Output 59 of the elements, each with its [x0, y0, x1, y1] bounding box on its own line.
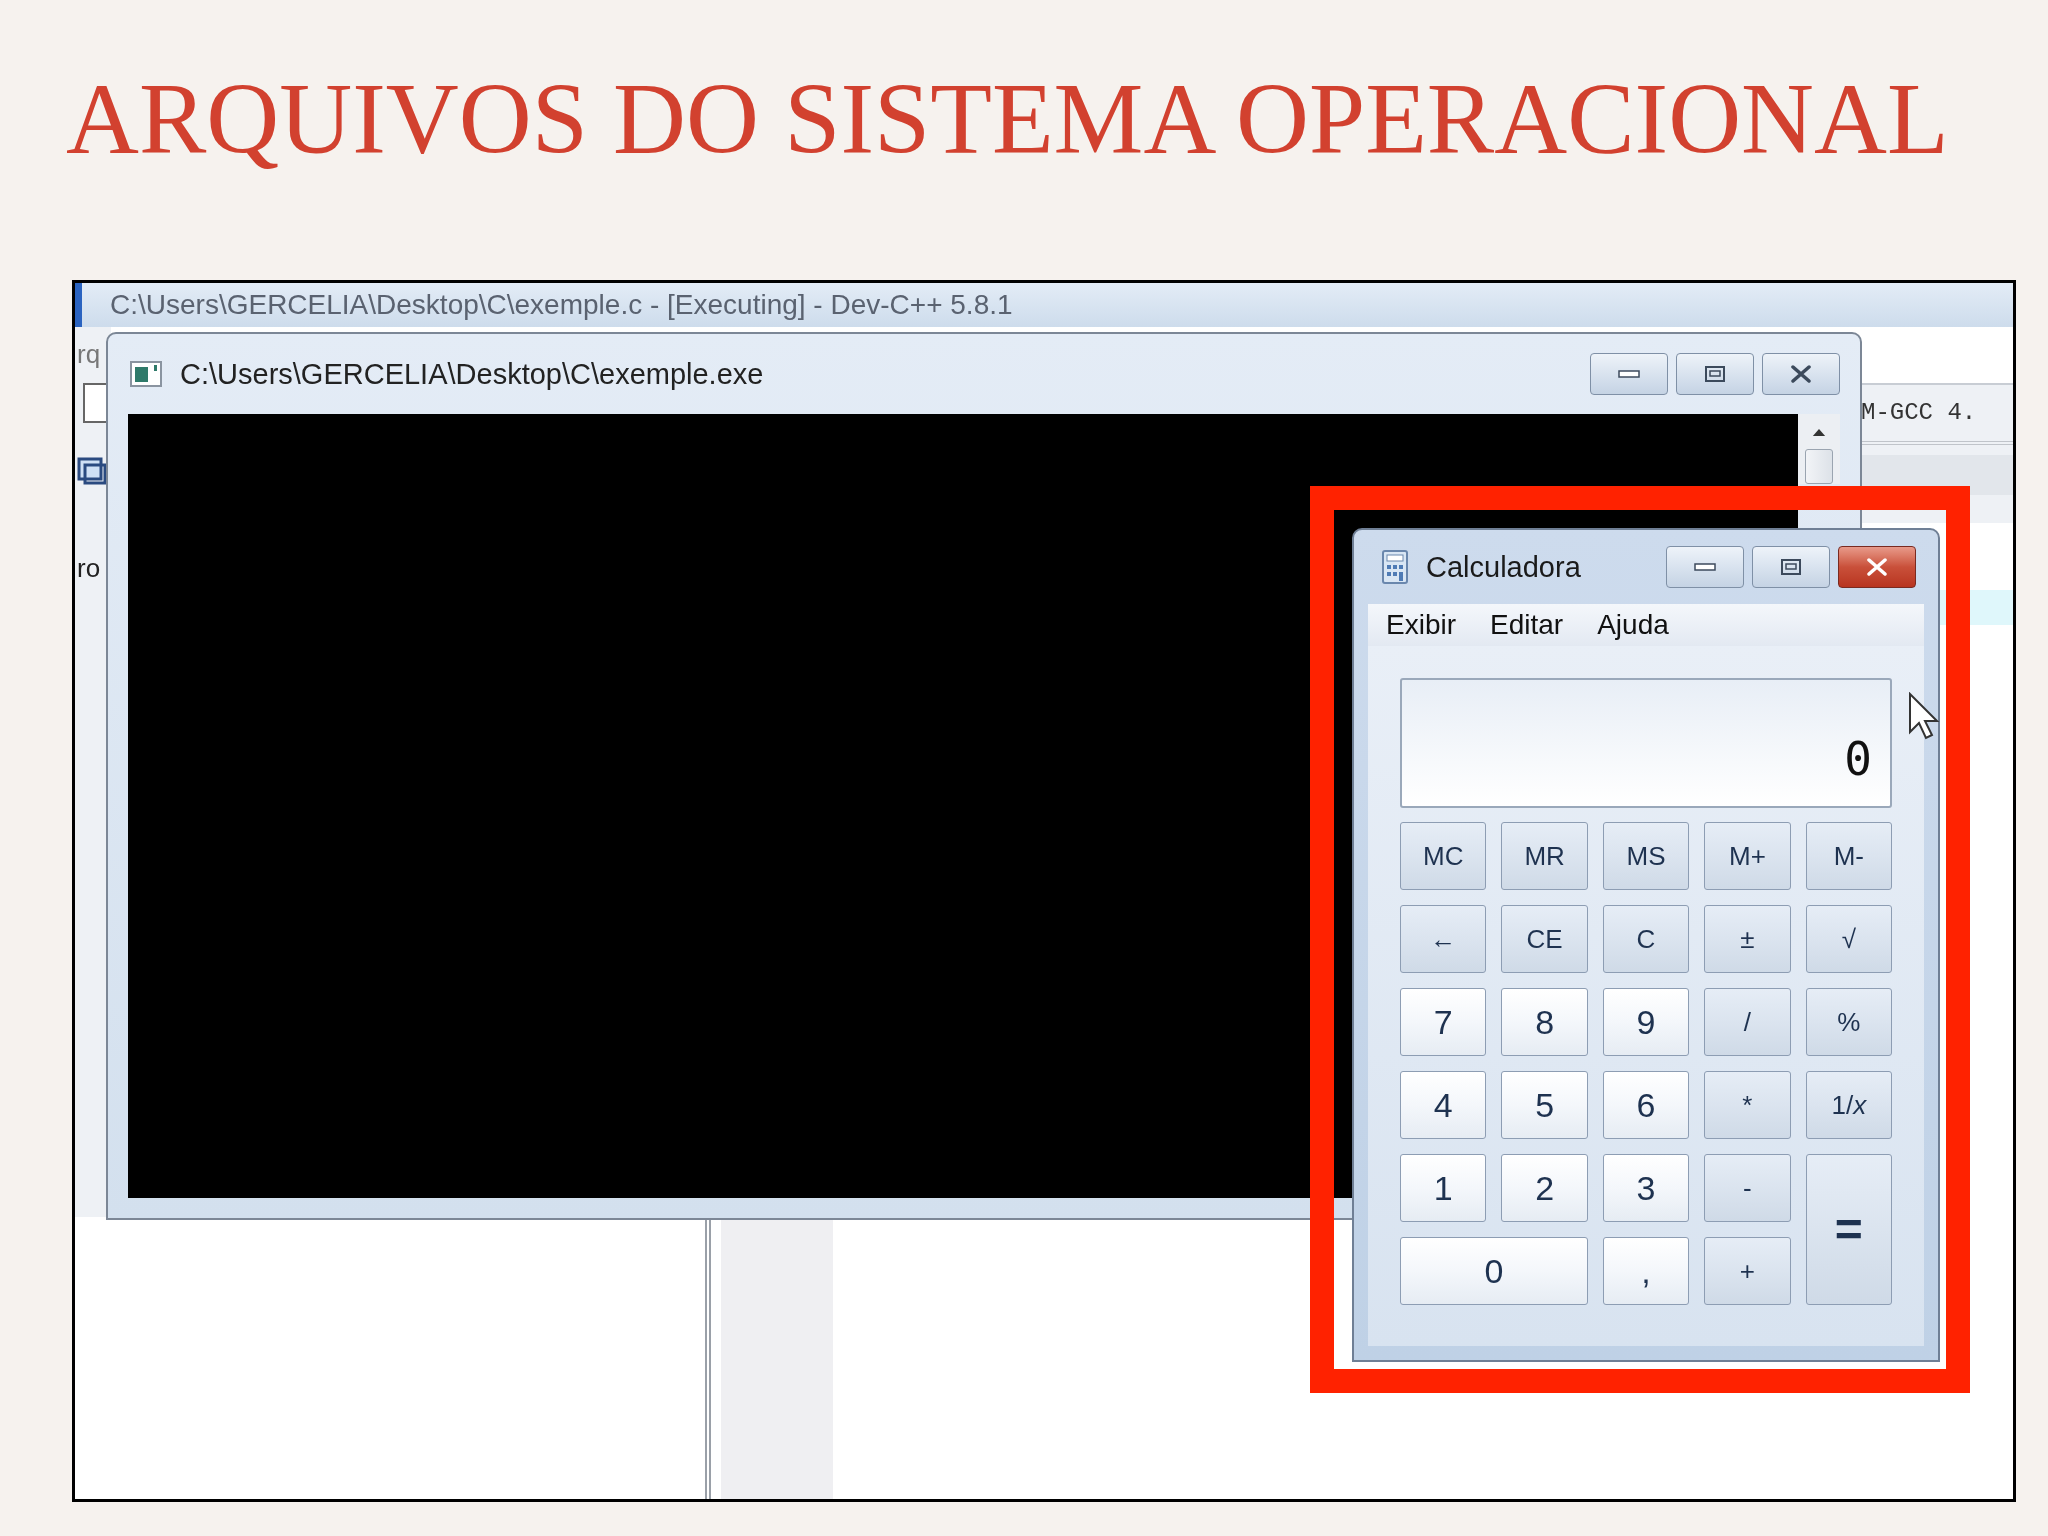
- window-title: C:\Users\GERCELIA\Desktop\C\exemple.exe: [180, 359, 764, 389]
- calculator-key[interactable]: MS: [1602, 822, 1690, 891]
- calculator-key[interactable]: 5: [1501, 1071, 1588, 1140]
- minimize-button[interactable]: [1590, 353, 1668, 396]
- close-icon: [1866, 558, 1888, 577]
- calculator-key[interactable]: MR: [1501, 822, 1588, 891]
- panel-text: rq: [77, 338, 101, 372]
- menu-item[interactable]: Exibir: [1386, 611, 1456, 640]
- scrollbar[interactable]: [1798, 414, 1840, 485]
- maximize-icon: [1705, 366, 1725, 383]
- compiler-label: M-GCC 4.: [1861, 398, 1978, 429]
- calculator-key[interactable]: MC: [1400, 822, 1487, 891]
- calculator-key[interactable]: 6: [1602, 1071, 1690, 1140]
- slide-title: ARQUIVOS DO SISTEMA OPERACIONAL: [65, 64, 1950, 176]
- calculator-key[interactable]: -: [1704, 1154, 1791, 1223]
- calculator-key[interactable]: ±: [1704, 905, 1791, 974]
- calculator-icon: [1382, 550, 1408, 585]
- calculator-key[interactable]: 4: [1400, 1071, 1487, 1140]
- calculator-key[interactable]: √: [1805, 905, 1892, 974]
- console-icon: [130, 361, 162, 388]
- calculator-key[interactable]: *: [1704, 1071, 1791, 1140]
- calculator-key[interactable]: 3: [1602, 1154, 1690, 1223]
- calculator-key[interactable]: =: [1805, 1154, 1892, 1306]
- panel-text: ro: [77, 552, 101, 586]
- close-button[interactable]: [1838, 546, 1916, 589]
- display-value: 0: [1844, 736, 1872, 783]
- calculator-key[interactable]: %: [1805, 988, 1892, 1057]
- minimize-icon: [1694, 562, 1716, 573]
- close-button[interactable]: [1762, 353, 1840, 396]
- maximize-button[interactable]: [1676, 353, 1754, 396]
- maximize-button[interactable]: [1752, 546, 1830, 589]
- calculator-key[interactable]: 2: [1501, 1154, 1588, 1223]
- calculator-key[interactable]: M+: [1704, 822, 1791, 891]
- calculator-key[interactable]: M-: [1805, 822, 1892, 891]
- calculator-key[interactable]: /: [1704, 988, 1791, 1057]
- calculator-key[interactable]: +: [1704, 1237, 1791, 1306]
- calculator-key[interactable]: ,: [1602, 1237, 1690, 1306]
- window-title: Calculadora: [1426, 552, 1581, 582]
- scroll-thumb[interactable]: [1805, 448, 1833, 485]
- calculator-key[interactable]: 7: [1400, 988, 1487, 1057]
- panel-border: [83, 383, 109, 424]
- calculator-key[interactable]: CE: [1501, 905, 1588, 974]
- menu-item[interactable]: Editar: [1490, 611, 1564, 640]
- scroll-up-icon[interactable]: [1811, 428, 1827, 437]
- calculator-key[interactable]: 0: [1400, 1237, 1588, 1306]
- menu-item[interactable]: Ajuda: [1597, 611, 1669, 640]
- calculator-key[interactable]: 8: [1501, 988, 1588, 1057]
- window-title: C:\Users\GERCELIA\Desktop\C\exemple.c - [Executing] - Dev-C++ 5.8.1: [110, 291, 1013, 320]
- window-edge-strip: [75, 283, 82, 328]
- minimize-button[interactable]: [1666, 546, 1744, 589]
- calculator-key[interactable]: 9: [1602, 988, 1690, 1057]
- maximize-icon: [1781, 559, 1801, 576]
- minimize-icon: [1618, 369, 1640, 380]
- close-icon: [1790, 365, 1812, 384]
- calculator-key[interactable]: C: [1602, 905, 1690, 974]
- calculator-key[interactable]: 1: [1400, 1154, 1487, 1223]
- window-icon: [77, 455, 107, 488]
- calculator-key[interactable]: 1/x: [1805, 1071, 1892, 1140]
- calculator-key[interactable]: ←: [1400, 905, 1487, 974]
